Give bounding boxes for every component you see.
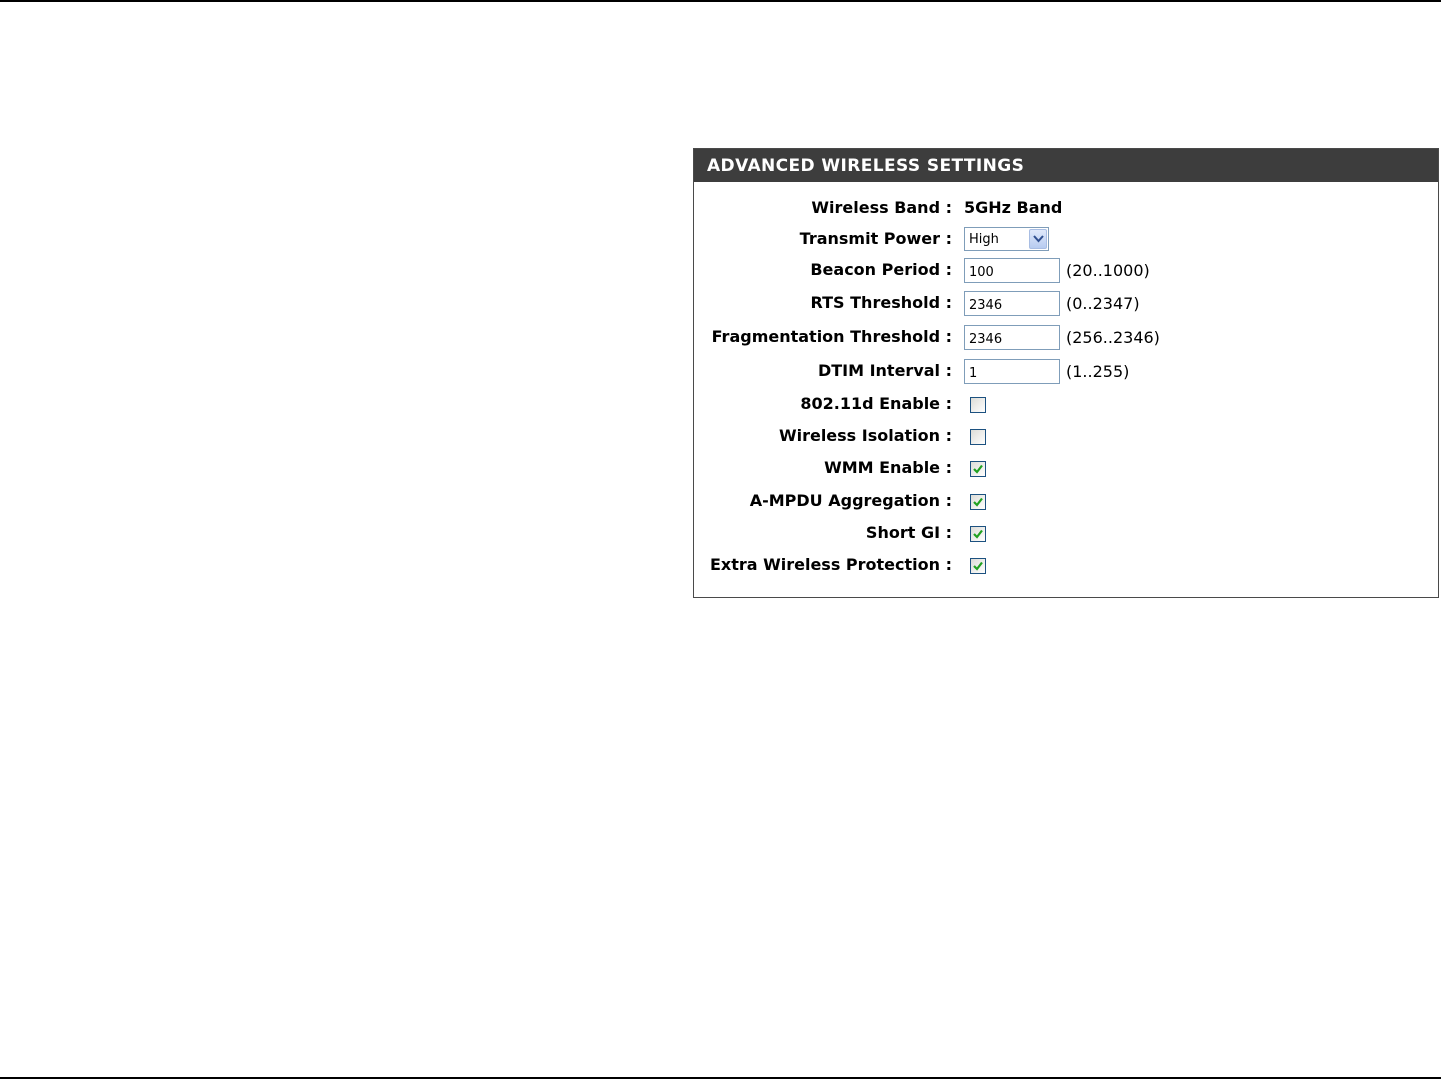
- row-beacon-period: Beacon Period : (20..1000): [694, 257, 1438, 283]
- ampdu-aggregation-label: A-MPDU Aggregation :: [749, 491, 952, 510]
- row-wireless-isolation: Wireless Isolation :: [694, 423, 1438, 449]
- fragmentation-threshold-input[interactable]: [964, 325, 1060, 350]
- extra-wireless-protection-label: Extra Wireless Protection :: [709, 555, 952, 574]
- wireless-band-value: 5GHz Band: [964, 198, 1063, 217]
- checkmark-icon: [973, 561, 983, 571]
- beacon-period-input[interactable]: [964, 258, 1060, 283]
- enable-80211d-checkbox[interactable]: [970, 397, 986, 413]
- checkmark-icon: [973, 529, 983, 539]
- top-divider: [0, 0, 1441, 2]
- row-extra-wireless-protection: Extra Wireless Protection :: [694, 552, 1438, 578]
- dtim-interval-input[interactable]: [964, 359, 1060, 384]
- beacon-period-range: (20..1000): [1066, 261, 1150, 280]
- rts-threshold-label: RTS Threshold :: [810, 293, 952, 312]
- beacon-period-label: Beacon Period :: [810, 260, 952, 279]
- ampdu-aggregation-checkbox[interactable]: [970, 494, 986, 510]
- page: ADVANCED WIRELESS SETTINGS Wireless Band…: [0, 0, 1441, 1081]
- wmm-enable-label: WMM Enable :: [824, 458, 952, 477]
- row-dtim-interval: DTIM Interval : (1..255): [694, 358, 1438, 384]
- wireless-isolation-checkbox[interactable]: [970, 429, 986, 445]
- extra-wireless-protection-checkbox[interactable]: [970, 558, 986, 574]
- row-ampdu-aggregation: A-MPDU Aggregation :: [694, 488, 1438, 514]
- row-wireless-band: Wireless Band : 5GHz Band: [694, 195, 1438, 221]
- rts-threshold-range: (0..2347): [1066, 294, 1140, 313]
- dtim-interval-label: DTIM Interval :: [817, 361, 952, 380]
- row-short-gi: Short GI :: [694, 520, 1438, 546]
- row-transmit-power: Transmit Power : High: [694, 226, 1438, 252]
- transmit-power-selected-value: High: [969, 232, 999, 247]
- enable-80211d-label: 802.11d Enable :: [800, 394, 952, 413]
- bottom-divider: [0, 1077, 1441, 1079]
- row-wmm-enable: WMM Enable :: [694, 455, 1438, 481]
- transmit-power-label: Transmit Power :: [799, 229, 952, 248]
- row-80211d-enable: 802.11d Enable :: [694, 391, 1438, 417]
- wireless-band-label: Wireless Band :: [811, 198, 952, 217]
- fragmentation-threshold-label: Fragmentation Threshold :: [711, 327, 952, 346]
- wmm-enable-checkbox[interactable]: [970, 461, 986, 477]
- row-rts-threshold: RTS Threshold : (0..2347): [694, 290, 1438, 316]
- transmit-power-select[interactable]: High: [964, 227, 1049, 251]
- dtim-interval-range: (1..255): [1066, 362, 1130, 381]
- checkmark-icon: [973, 464, 983, 474]
- chevron-down-icon[interactable]: [1029, 229, 1047, 249]
- short-gi-label: Short GI :: [865, 523, 952, 542]
- row-fragmentation-threshold: Fragmentation Threshold : (256..2346): [694, 324, 1438, 350]
- short-gi-checkbox[interactable]: [970, 526, 986, 542]
- wireless-isolation-label: Wireless Isolation :: [778, 426, 952, 445]
- fragmentation-threshold-range: (256..2346): [1066, 328, 1160, 347]
- rts-threshold-input[interactable]: [964, 291, 1060, 316]
- checkmark-icon: [973, 497, 983, 507]
- advanced-wireless-settings-panel: ADVANCED WIRELESS SETTINGS Wireless Band…: [693, 148, 1439, 598]
